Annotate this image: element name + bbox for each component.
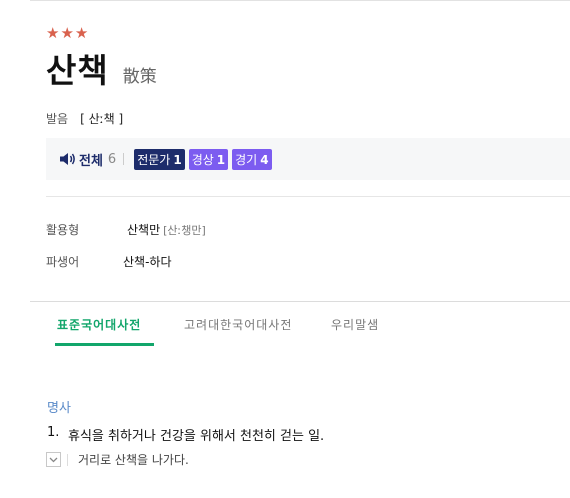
pronunciation-value: [ 산ː책 ] xyxy=(80,112,124,126)
tag-expert[interactable]: 전문가 1 xyxy=(134,148,185,170)
frequency-total-count: 6 xyxy=(107,151,117,167)
hanja: 散策 xyxy=(122,67,157,87)
part-of-speech: 명사 xyxy=(47,401,71,416)
definition-number: 1. xyxy=(47,425,60,440)
speaker-icon[interactable] xyxy=(59,152,76,166)
pronunciation-label: 발음 xyxy=(46,112,69,126)
frequency-separator xyxy=(123,153,125,165)
derivative-link[interactable]: 산책-하다 xyxy=(123,253,172,270)
chevron-down-icon xyxy=(49,457,58,462)
pronunciation-row: 발음 [ 산ː책 ] xyxy=(46,110,123,127)
active-tab-indicator xyxy=(55,343,154,346)
tab-standard-dictionary[interactable]: 표준국어대사전 xyxy=(57,316,141,333)
definition-text: 휴식을 취하거나 건강을 위해서 천천히 걷는 일. xyxy=(68,429,325,444)
tab-urimalsaem[interactable]: 우리말샘 xyxy=(331,316,379,333)
inflection-label: 활용형 xyxy=(46,223,80,237)
inflection-value: 산책만 [산ː챙만] xyxy=(127,223,206,237)
tabs-divider xyxy=(30,301,570,302)
tag-gyeongsang[interactable]: 경상 1 xyxy=(188,148,229,170)
example-separator xyxy=(67,453,68,466)
expand-toggle[interactable] xyxy=(46,452,61,467)
tag-gyeonggi[interactable]: 경기 4 xyxy=(232,148,272,170)
top-divider xyxy=(30,0,570,1)
headword-row: 산책 散策 xyxy=(46,44,157,92)
derivative-label: 파생어 xyxy=(46,255,80,269)
frequency-total-label[interactable]: 전체 xyxy=(79,150,103,169)
headword: 산책 xyxy=(46,51,109,90)
inflection-pronunciation: [산ː챙만] xyxy=(163,224,206,237)
importance-stars: ★★★ xyxy=(46,24,90,42)
section-divider xyxy=(46,196,570,197)
example-row: 거리로 산책을 나가다. xyxy=(46,451,189,468)
tab-korea-univ-dictionary[interactable]: 고려대한국어대사전 xyxy=(184,316,292,333)
definition-item: 1. 휴식을 취하거나 건강을 위해서 천천히 걷는 일. xyxy=(47,425,324,444)
frequency-box: 전체 6 전문가 1 경상 1 경기 4 xyxy=(46,138,570,180)
example-sentence: 거리로 산책을 나가다. xyxy=(78,453,189,467)
